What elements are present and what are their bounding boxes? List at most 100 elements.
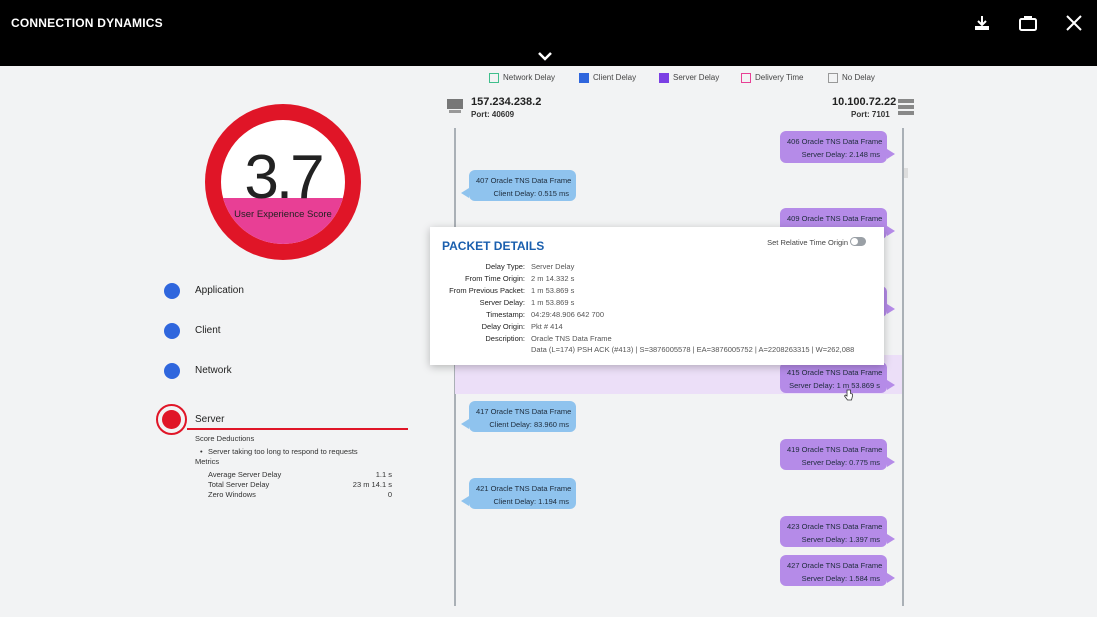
server-lane xyxy=(902,128,904,606)
score-label: User Experience Score xyxy=(234,209,332,220)
detail-key: Delay Origin: xyxy=(481,322,525,331)
relative-time-toggle[interactable] xyxy=(850,237,866,246)
packet-delay: Client Delay: 1.194 ms xyxy=(493,497,569,506)
legend-swatch xyxy=(579,73,589,83)
window-title: CONNECTION DYNAMICS xyxy=(11,16,163,30)
score-value: 3.7 xyxy=(244,143,324,212)
status-dot xyxy=(164,323,180,339)
bubble-tail xyxy=(461,188,469,198)
metrics-title: Metrics xyxy=(195,457,220,466)
packet-delay: Server Delay: 1 m 53.869 s xyxy=(789,381,880,390)
hand-cursor-icon xyxy=(844,389,853,401)
deductions-title: Score Deductions xyxy=(195,434,255,443)
packet-bubble-selected[interactable]: 415 Oracle TNS Data Frame Server Delay: … xyxy=(780,362,895,393)
packet-bubble[interactable]: 421 Oracle TNS Data Frame Client Delay: … xyxy=(461,478,576,509)
bubble-tail xyxy=(461,419,469,429)
packet-delay: Server Delay: 2.148 ms xyxy=(801,150,880,159)
computer-icon xyxy=(447,99,463,113)
client-port: Port: 40609 xyxy=(471,110,515,119)
status-dot xyxy=(164,283,180,299)
packet-title: 421 Oracle TNS Data Frame xyxy=(476,484,572,493)
detail-value: 1 m 53.869 s xyxy=(531,298,575,307)
detail-key: Server Delay: xyxy=(479,298,525,307)
packet-title: 427 Oracle TNS Data Frame xyxy=(787,561,883,570)
server-ip: 10.100.72.22 xyxy=(832,96,897,108)
panel-title: PACKET DETAILS xyxy=(442,239,545,253)
detail-key: Delay Type: xyxy=(485,262,525,271)
legend-swatch xyxy=(741,73,751,83)
detail-value: 2 m 14.332 s xyxy=(531,274,575,283)
bubble-tail xyxy=(887,149,895,159)
metric-label: Zero Windows xyxy=(208,490,256,499)
metric-value: 1.1 s xyxy=(375,470,392,479)
legend-label: Delivery Time xyxy=(755,73,804,82)
detail-key: Timestamp: xyxy=(486,310,525,319)
detail-value: Server Delay xyxy=(531,262,575,271)
packet-bubble[interactable]: 407 Oracle TNS Data Frame Client Delay: … xyxy=(461,170,576,201)
top-bar: CONNECTION DYNAMICS xyxy=(0,0,1097,66)
detail-value: Data (L=174) PSH ACK (#413) | S=38760055… xyxy=(531,345,855,354)
bubble-tail xyxy=(461,496,469,506)
deduction-bullet: • xyxy=(200,447,203,456)
score-ring-inner: 3.7 User Experience Score xyxy=(221,120,345,244)
category-server-label[interactable]: Server xyxy=(195,414,224,425)
legend-label: Server Delay xyxy=(673,73,720,82)
packet-bubble[interactable]: 419 Oracle TNS Data Frame Server Delay: … xyxy=(780,439,895,470)
relative-time-label: Set Relative Time Origin xyxy=(767,238,848,247)
briefcase-icon[interactable] xyxy=(1018,14,1038,34)
bubble-tail xyxy=(887,573,895,583)
packet-delay: Server Delay: 0.775 ms xyxy=(801,458,880,467)
server-port: Port: 7101 xyxy=(851,110,890,119)
packet-title: 423 Oracle TNS Data Frame xyxy=(787,522,883,531)
legend-swatch xyxy=(659,73,669,83)
packet-title: 409 Oracle TNS Data Frame xyxy=(787,214,883,223)
metric-value: 0 xyxy=(387,490,392,499)
packet-bubble[interactable]: 427 Oracle TNS Data Frame Server Delay: … xyxy=(780,555,895,586)
detail-value: 04:29:48.906 642 700 xyxy=(531,310,604,319)
status-dot xyxy=(164,363,180,379)
deduction-item: Server taking too long to respond to req… xyxy=(208,447,358,456)
category-label: Application xyxy=(195,285,244,296)
packet-delay: Server Delay: 1.397 ms xyxy=(801,535,880,544)
scrollbar-thumb[interactable] xyxy=(904,168,908,178)
category-label: Network xyxy=(195,365,232,376)
legend-label: Client Delay xyxy=(593,73,637,82)
packet-title: 415 Oracle TNS Data Frame xyxy=(787,368,883,377)
packet-title: 407 Oracle TNS Data Frame xyxy=(476,176,572,185)
metric-label: Average Server Delay xyxy=(208,470,282,479)
close-icon[interactable] xyxy=(1065,14,1085,34)
packet-delay: Client Delay: 0.515 ms xyxy=(493,189,569,198)
packet-title: 419 Oracle TNS Data Frame xyxy=(787,445,883,454)
toggle-knob xyxy=(851,238,858,245)
packet-bubble[interactable]: 406 Oracle TNS Data Frame Server Delay: … xyxy=(780,131,895,163)
packet-details-panel: PACKET DETAILS Set Relative Time Origin … xyxy=(430,227,884,365)
bubble-tail xyxy=(887,534,895,544)
legend-label: No Delay xyxy=(842,73,875,82)
bubble-tail xyxy=(887,380,895,390)
category-server-dot[interactable] xyxy=(156,404,187,435)
packet-bubble[interactable]: 423 Oracle TNS Data Frame Server Delay: … xyxy=(780,516,895,547)
chevron-down-icon[interactable] xyxy=(537,49,553,61)
bubble-tail xyxy=(887,457,895,467)
status-dot xyxy=(162,410,181,429)
score-ring: 3.7 User Experience Score xyxy=(205,104,361,260)
detail-value: Pkt # 414 xyxy=(531,322,563,331)
packet-bubble[interactable]: 417 Oracle TNS Data Frame Client Delay: … xyxy=(461,401,576,432)
legend-swatch xyxy=(828,73,838,83)
download-icon[interactable] xyxy=(973,14,993,34)
detail-value: Oracle TNS Data Frame xyxy=(531,334,612,343)
detail-key: From Time Origin: xyxy=(464,274,525,283)
packet-delay: Client Delay: 83.960 ms xyxy=(489,420,569,429)
bubble-tail xyxy=(887,226,895,236)
server-icon xyxy=(898,99,914,115)
packet-delay: Server Delay: 1.584 ms xyxy=(801,574,880,583)
detail-key: Description: xyxy=(485,334,525,343)
legend-label: Network Delay xyxy=(503,73,556,82)
divider xyxy=(187,428,408,430)
detail-key: From Previous Packet: xyxy=(449,286,525,295)
metric-label: Total Server Delay xyxy=(208,480,270,489)
legend-swatch xyxy=(489,73,499,83)
client-ip: 157.234.238.2 xyxy=(471,96,542,108)
packet-title: 417 Oracle TNS Data Frame xyxy=(476,407,572,416)
category-label: Client xyxy=(195,325,221,336)
